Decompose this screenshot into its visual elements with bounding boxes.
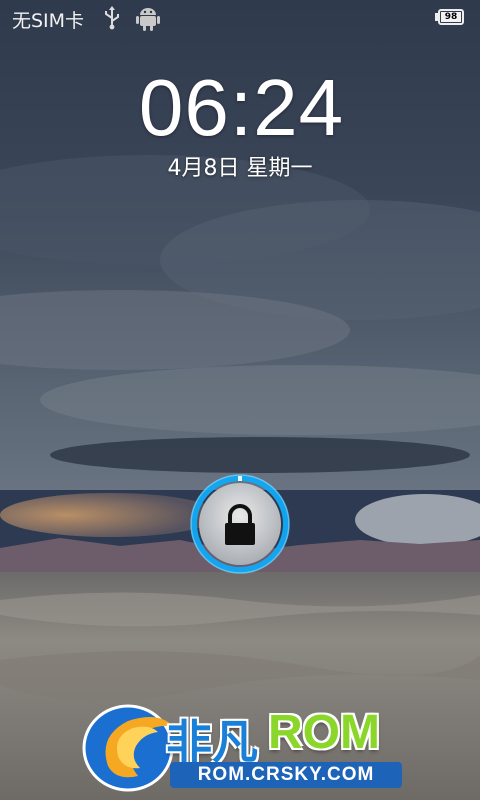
battery-level: 98 [441,12,461,22]
clock-date: 4月8日 星期一 [167,156,313,181]
sim-status-text: 无SIM卡 [12,10,85,32]
clock-time: 06:24 [138,63,345,152]
watermark-url: ROM.CRSKY.COM [197,764,375,785]
unlock-handle[interactable] [190,474,290,574]
usb-icon [105,6,119,30]
watermark-title-en: ROM [268,706,380,759]
status-bar: 无SIM卡 98 [0,0,480,36]
android-debug-icon [136,8,160,31]
